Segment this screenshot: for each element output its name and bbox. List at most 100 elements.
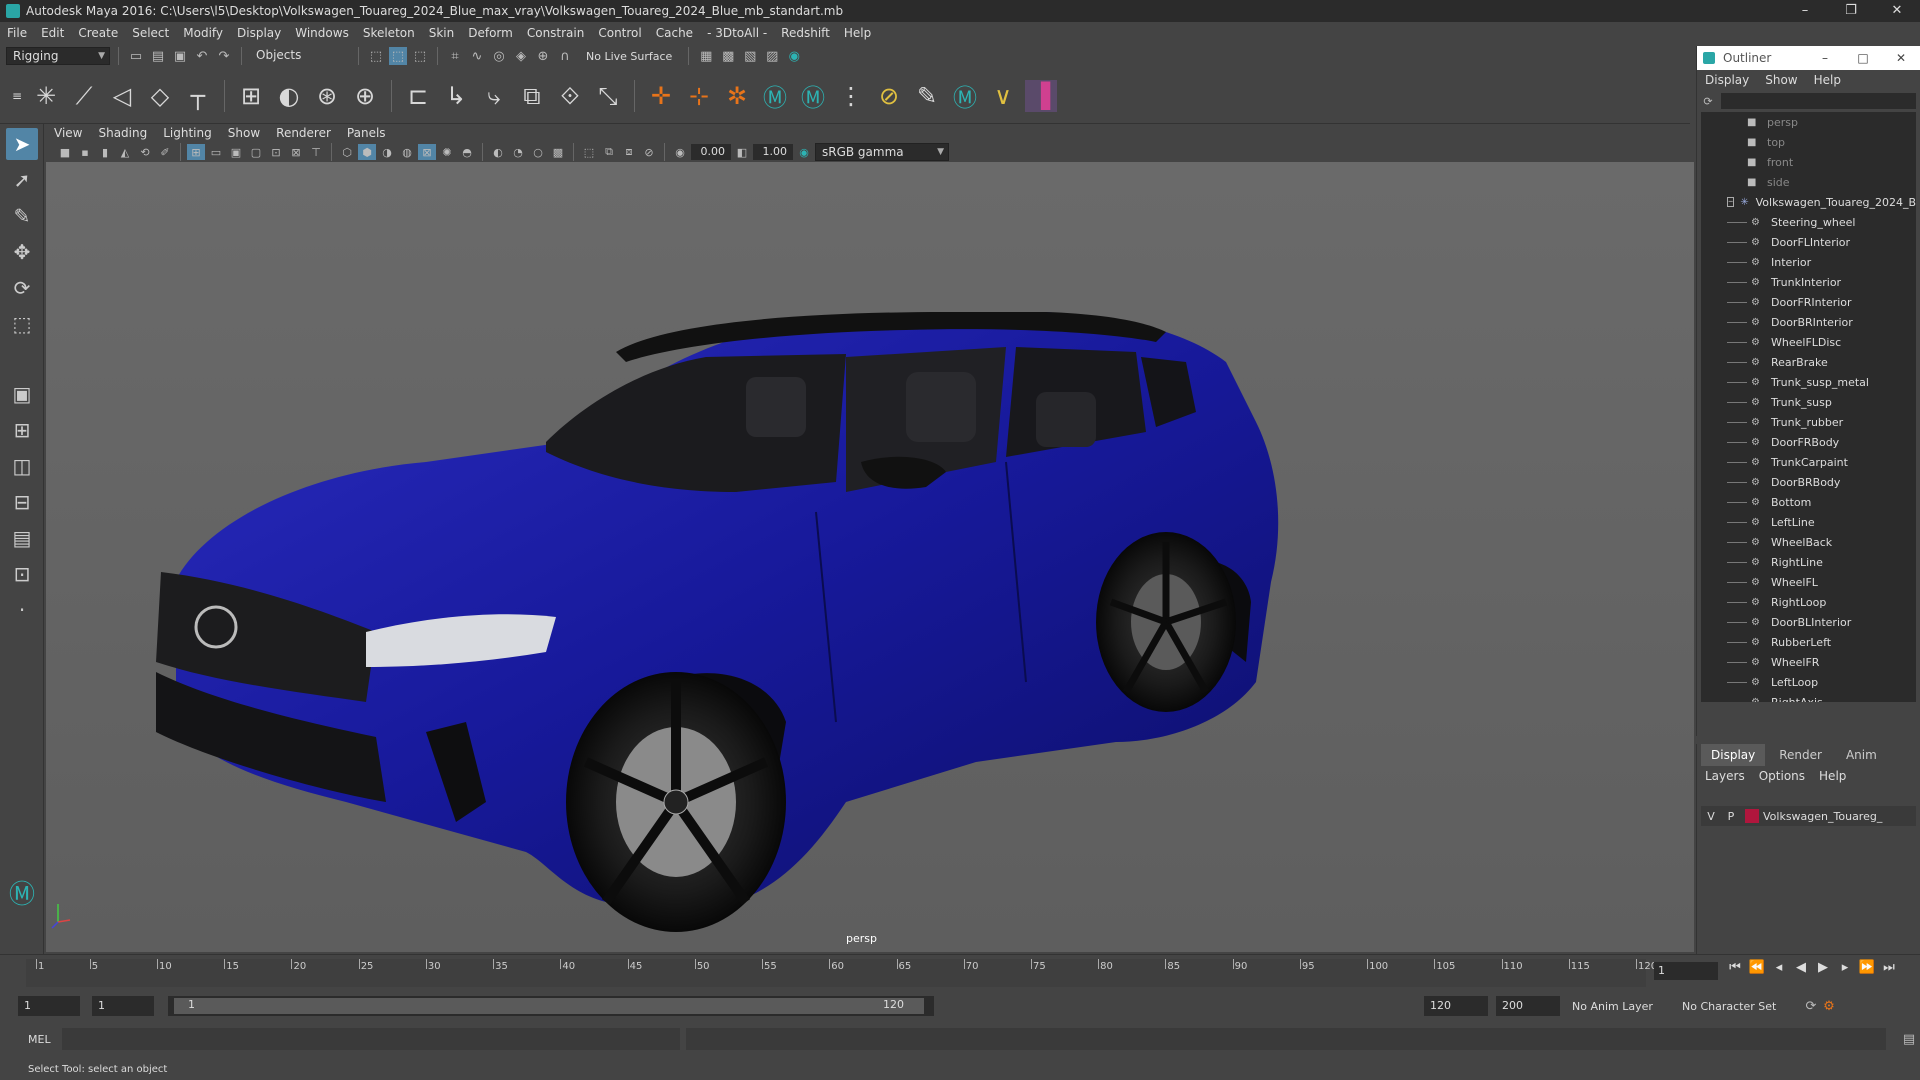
snap-point-icon[interactable]: ◎ [490, 47, 508, 65]
safe-title-icon[interactable]: ⊤ [307, 144, 325, 160]
menu-create[interactable]: Create [71, 26, 125, 40]
step-forward-frame-icon[interactable]: ▸ [1836, 960, 1854, 975]
undo-icon[interactable]: ↶ [193, 47, 211, 65]
go-to-end-icon[interactable]: ⏭ [1880, 960, 1898, 975]
four-view-layout-icon[interactable]: ⊞ [6, 414, 38, 446]
view-transform-dropdown[interactable]: sRGB gamma ▼ [815, 143, 949, 161]
snap-live-icon[interactable]: ⊕ [534, 47, 552, 65]
cluster-icon[interactable]: ◐ [273, 80, 305, 112]
list-item[interactable]: ⚙ Trunk_susp [1701, 392, 1916, 412]
aim-constraint-icon[interactable]: ⊹ [683, 80, 715, 112]
close-button[interactable]: ✕ [1874, 0, 1920, 22]
play-forward-icon[interactable]: ▶ [1814, 960, 1832, 975]
menu-cache[interactable]: Cache [649, 26, 700, 40]
list-item[interactable]: ⚙ DoorFRInterior [1701, 292, 1916, 312]
playback-toggle[interactable]: P [1721, 810, 1741, 823]
tab-display[interactable]: Display [1701, 744, 1766, 766]
list-item[interactable]: ■ persp [1701, 112, 1916, 132]
list-item[interactable]: ■ side [1701, 172, 1916, 192]
outliner-minimize-button[interactable]: – [1806, 51, 1844, 65]
vector-icon[interactable]: ∨ [987, 80, 1019, 112]
auto-key-icon[interactable]: ⟳ [1802, 997, 1820, 1015]
lasso-tool-icon[interactable]: ➚ [6, 164, 38, 196]
isolate-select-icon[interactable]: ⬚ [580, 144, 598, 160]
xray-components-icon[interactable]: ⊘ [640, 144, 658, 160]
paint-icon[interactable]: ✎ [911, 80, 943, 112]
vp-menu-lighting[interactable]: Lighting [155, 126, 220, 140]
snap-grid-icon[interactable]: ⌗ [446, 47, 464, 65]
list-item[interactable]: ⚙ RightLine [1701, 552, 1916, 572]
snap-curve-icon[interactable]: ∿ [468, 47, 486, 65]
vp-menu-panels[interactable]: Panels [339, 126, 394, 140]
list-item[interactable]: ⚙ RightLoop [1701, 592, 1916, 612]
start-time-field[interactable]: 1 [18, 996, 80, 1016]
list-item[interactable]: ⚙ Steering_wheel [1701, 212, 1916, 232]
list-item[interactable]: ■ front [1701, 152, 1916, 172]
safe-action-icon[interactable]: ⊠ [287, 144, 305, 160]
list-item[interactable]: ■ top [1701, 132, 1916, 152]
anim-layer-dropdown[interactable]: No Anim Layer [1572, 1000, 1672, 1013]
menu-display[interactable]: Display [230, 26, 288, 40]
list-item[interactable]: ⚙ DoorFRBody [1701, 432, 1916, 452]
layer-name[interactable]: Volkswagen_Touareg_ [1763, 810, 1882, 823]
wrap-icon[interactable]: ⊛ [311, 80, 343, 112]
orient-constraint-icon[interactable]: ✲ [721, 80, 753, 112]
xray-icon[interactable]: ⧉ [600, 144, 618, 160]
move-tool-icon[interactable]: ✥ [6, 236, 38, 268]
color-management-icon[interactable]: ◉ [795, 144, 813, 160]
vp-menu-show[interactable]: Show [220, 126, 268, 140]
character-set-dropdown[interactable]: No Character Set [1682, 1000, 1802, 1013]
list-item[interactable]: ⚙ Trunk_susp_metal [1701, 372, 1916, 392]
menu-help[interactable]: Help [837, 26, 878, 40]
layer-menu-layers[interactable]: Layers [1705, 769, 1745, 783]
outliner-close-button[interactable]: ✕ [1882, 51, 1920, 65]
go-to-start-icon[interactable]: ⏮ [1726, 960, 1744, 975]
outliner-search-input[interactable] [1721, 93, 1916, 109]
wireframe-on-shaded-icon[interactable]: ◍ [398, 144, 416, 160]
new-scene-icon[interactable]: ▭ [127, 47, 145, 65]
textured-icon[interactable]: ⊠ [418, 144, 436, 160]
render-view-icon[interactable]: ▩ [719, 47, 737, 65]
lights-icon[interactable]: ✺ [438, 144, 456, 160]
camera-attributes-icon[interactable]: ▪ [76, 144, 94, 160]
outliner-layout-icon[interactable]: ▤ [6, 522, 38, 554]
exposure-icon[interactable]: ◉ [671, 144, 689, 160]
toolbox-more-icon[interactable]: · [6, 594, 38, 626]
playback-start-field[interactable]: 1 [92, 996, 154, 1016]
film-gate-icon[interactable]: ▭ [207, 144, 225, 160]
hud-icon[interactable]: ⊘ [873, 80, 905, 112]
list-item[interactable]: ⚙ WheelFL [1701, 572, 1916, 592]
outliner-list[interactable]: ■ persp ■ top ■ front ■ side – ✳ Volkswagen_To… [1701, 112, 1916, 702]
shelf-options-icon[interactable]: ≡ [10, 80, 24, 112]
list-item[interactable]: ⚙ DoorBLInterior [1701, 612, 1916, 632]
range-slider[interactable]: 1 120 [168, 996, 934, 1016]
hypershade-icon[interactable]: ◉ [785, 47, 803, 65]
gate-mask-icon[interactable]: ▢ [247, 144, 265, 160]
layer-color-swatch[interactable] [1745, 809, 1759, 823]
play-backward-icon[interactable]: ◀ [1792, 960, 1810, 975]
anti-alias-icon[interactable]: ○ [529, 144, 547, 160]
list-item[interactable]: ⚙ WheelBack [1701, 532, 1916, 552]
list-item[interactable]: ⚙ Bottom [1701, 492, 1916, 512]
command-language-label[interactable]: MEL [28, 1033, 62, 1046]
list-item[interactable]: ⚙ TrunkCarpaint [1701, 452, 1916, 472]
maximize-button[interactable]: ❐ [1828, 0, 1874, 22]
list-item[interactable]: ⚙ DoorBRInterior [1701, 312, 1916, 332]
menu-select[interactable]: Select [125, 26, 176, 40]
vp-menu-view[interactable]: View [46, 126, 90, 140]
motion-graphics-icon[interactable]: Ⓜ [949, 80, 981, 112]
select-hierarchy-icon[interactable]: ⬚ [367, 47, 385, 65]
list-item[interactable]: ⚙ TrunkInterior [1701, 272, 1916, 292]
menu-redshift[interactable]: Redshift [774, 26, 837, 40]
minimize-button[interactable]: – [1782, 0, 1828, 22]
mash-icon[interactable]: Ⓜ [797, 80, 829, 112]
ipr-render-icon[interactable]: ▨ [763, 47, 781, 65]
smooth-shade-icon[interactable]: ⬢ [358, 144, 376, 160]
xray-joints-icon[interactable]: ⧈ [620, 144, 638, 160]
maya-logo-icon[interactable]: Ⓜ [759, 80, 791, 112]
render-current-icon[interactable]: ▧ [741, 47, 759, 65]
grid-icon[interactable]: ⊞ [187, 144, 205, 160]
outliner-menu-show[interactable]: Show [1765, 73, 1797, 87]
paint-weights-icon[interactable]: ⧉ [516, 80, 548, 112]
shadows-icon[interactable]: ◓ [458, 144, 476, 160]
